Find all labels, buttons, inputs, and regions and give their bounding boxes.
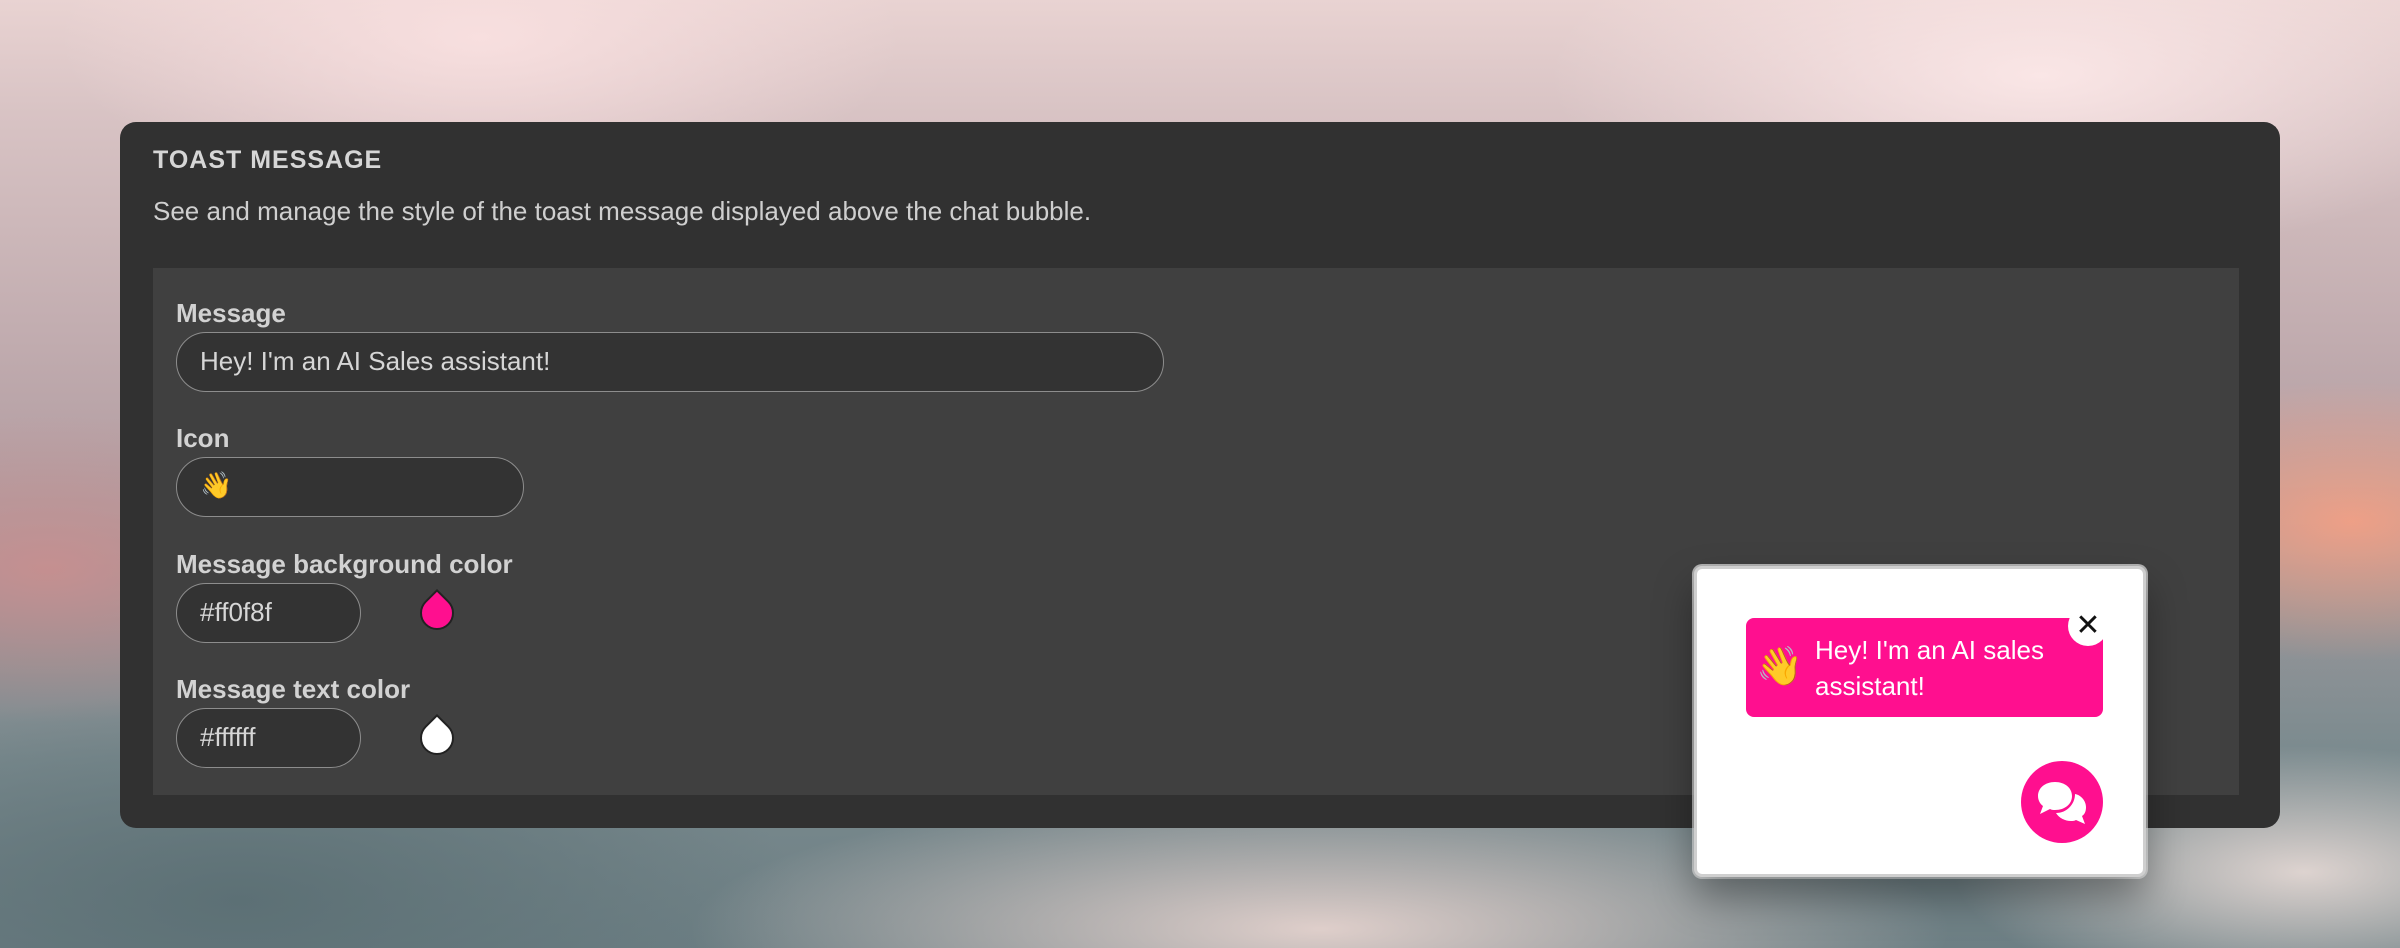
toast-text: Hey! I'm an AI sales assistant! <box>1815 635 2044 701</box>
background-color-label: Message background color <box>176 549 513 579</box>
close-icon[interactable]: ✕ <box>2068 606 2108 646</box>
message-input[interactable]: Hey! I'm an AI Sales assistant! <box>176 332 1164 392</box>
message-label: Message <box>176 298 286 328</box>
text-color-swatch[interactable] <box>412 713 462 763</box>
text-color-input[interactable]: #ffffff <box>176 708 361 768</box>
waving-hand-icon: 👋 <box>1756 644 1804 688</box>
chat-bubble-button[interactable] <box>2021 761 2103 843</box>
background-color-input[interactable]: #ff0f8f <box>176 583 361 643</box>
background-color-swatch[interactable] <box>412 588 462 638</box>
section-description: See and manage the style of the toast me… <box>153 196 1092 226</box>
text-color-label: Message text color <box>176 674 411 704</box>
icon-label: Icon <box>176 423 230 453</box>
chat-bubbles-icon <box>2038 782 2086 824</box>
icon-input[interactable]: 👋 <box>176 457 524 517</box>
section-title: TOAST MESSAGE <box>153 146 383 174</box>
toast-message: 👋 Hey! I'm an AI sales assistant! ✕ <box>1746 606 2108 717</box>
toast-preview: 👋 Hey! I'm an AI sales assistant! ✕ <box>1694 566 2146 877</box>
